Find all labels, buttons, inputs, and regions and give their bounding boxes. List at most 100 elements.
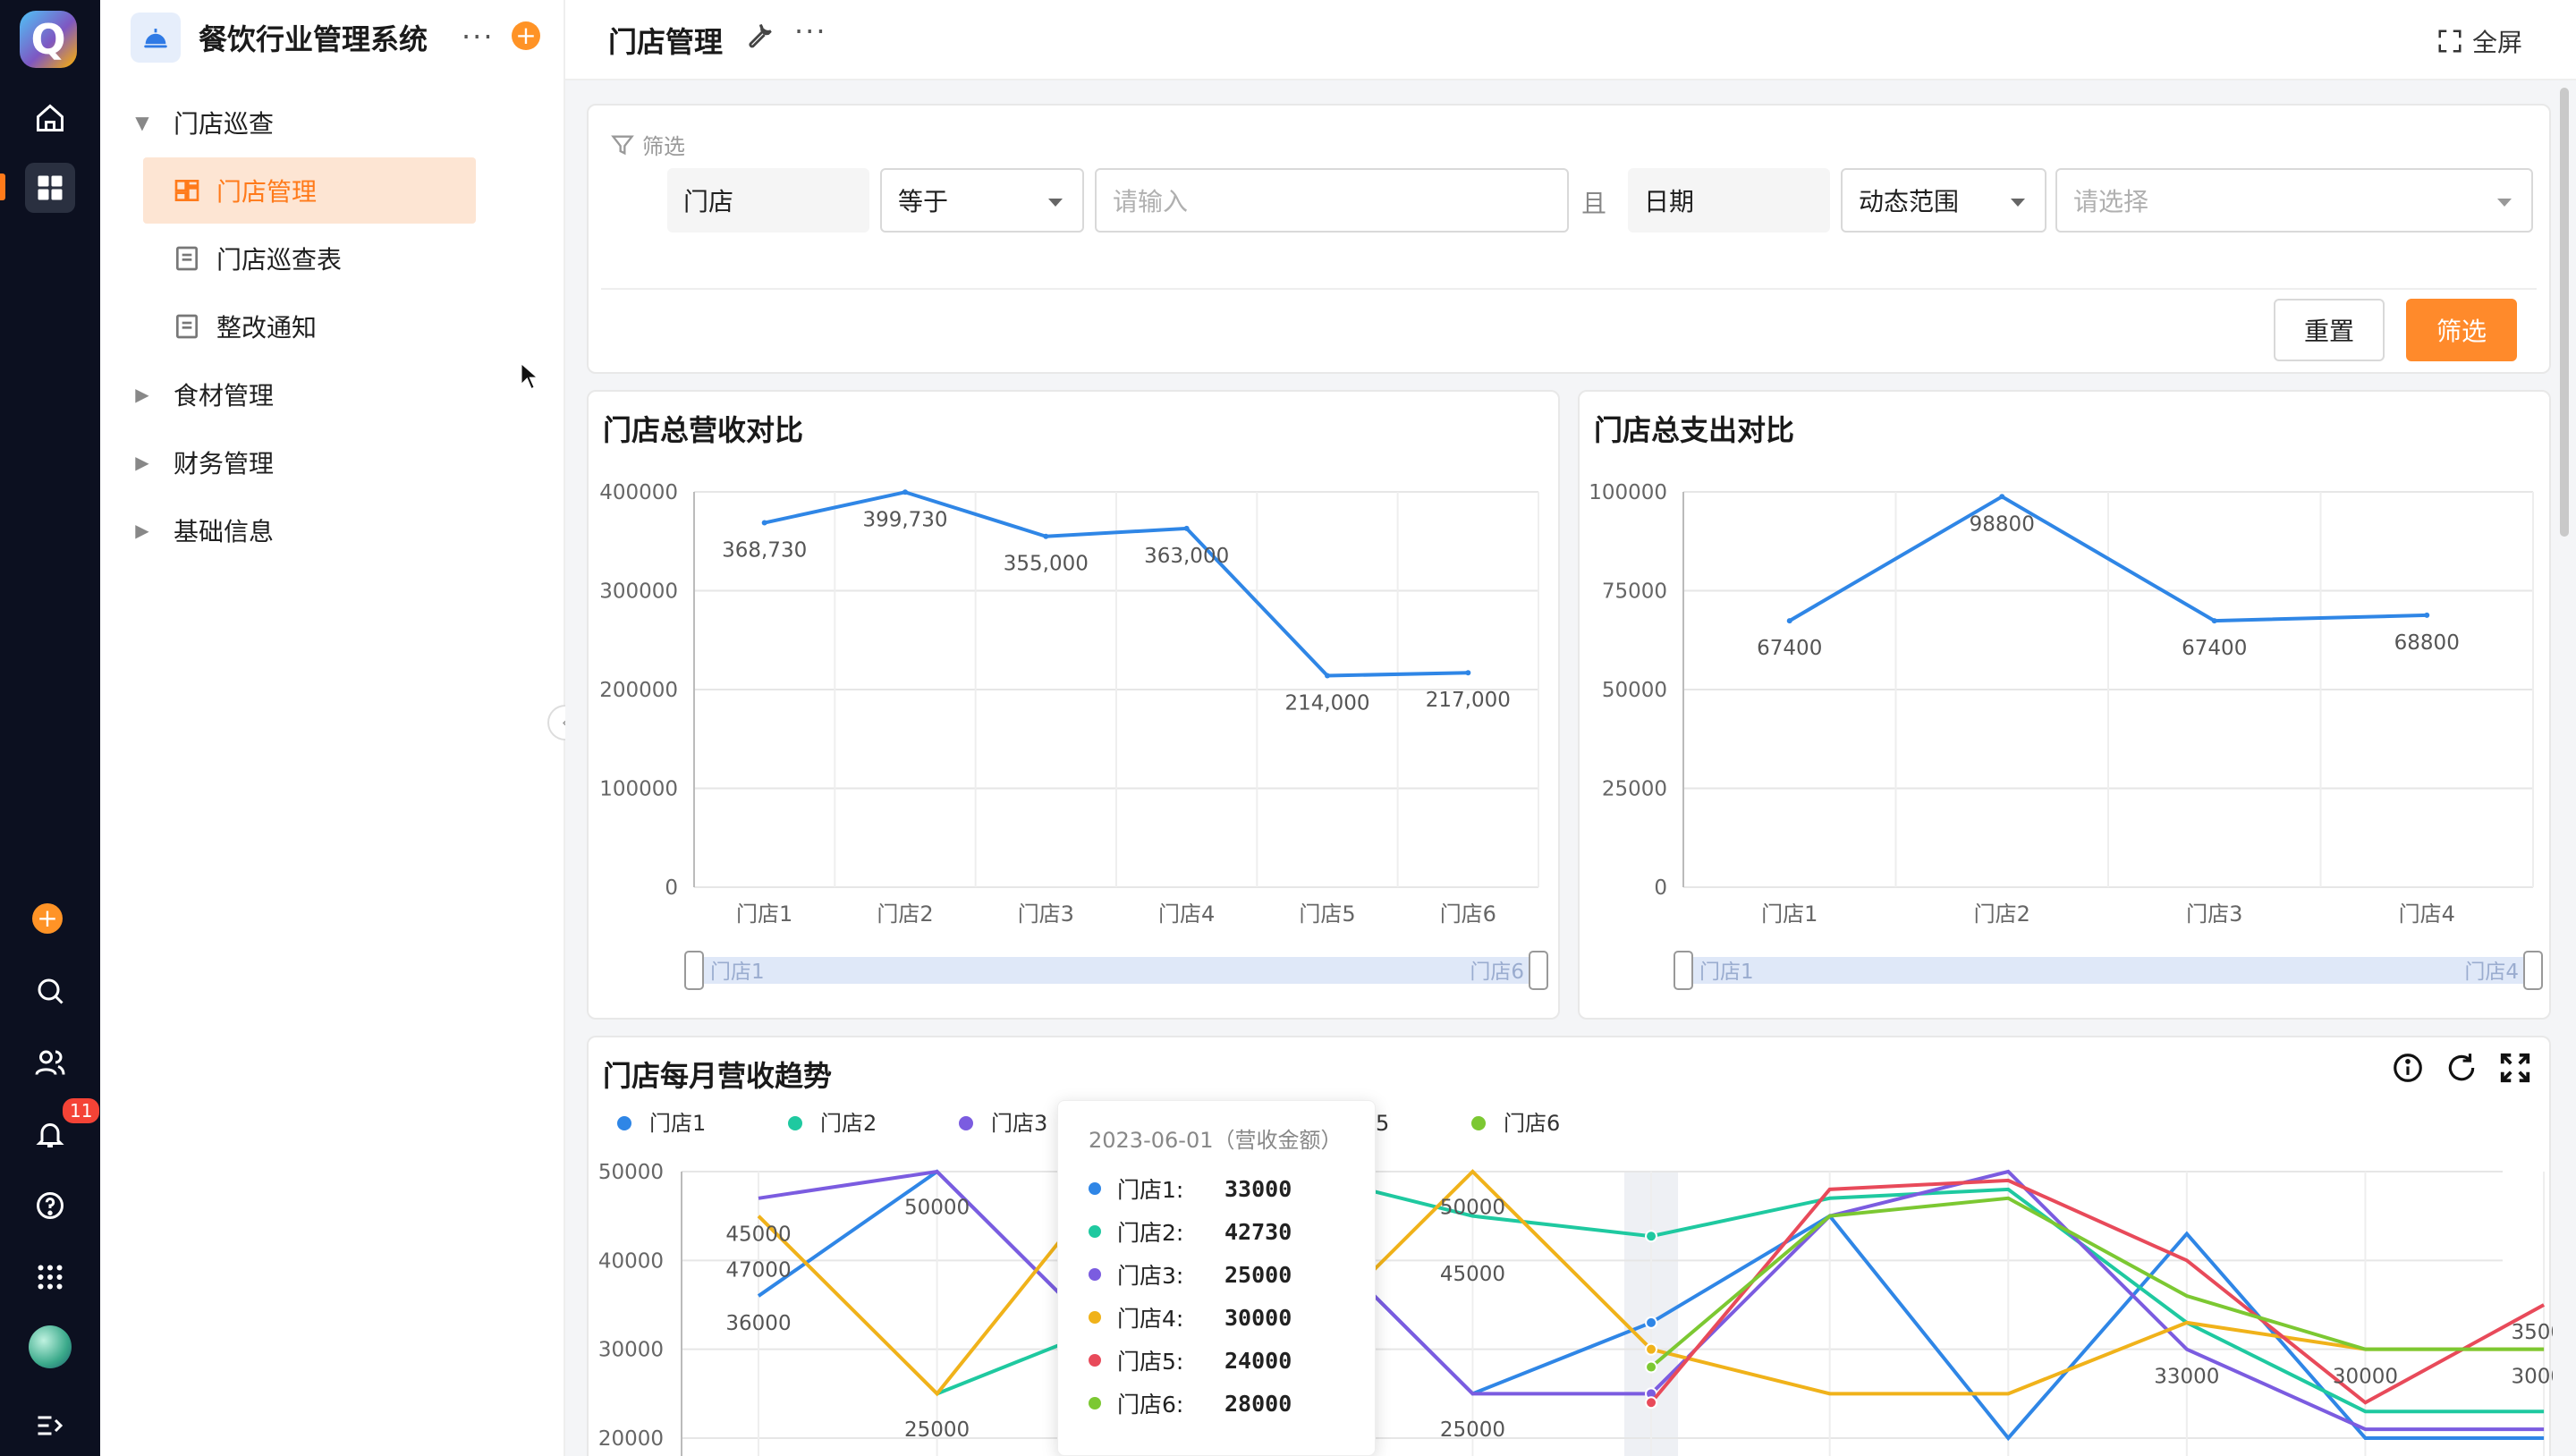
fullscreen-button[interactable]: 全屏 (2436, 23, 2522, 59)
data-label: 25000 (904, 1418, 970, 1442)
store-value-input[interactable]: 请输入 (1095, 168, 1569, 233)
search-icon[interactable] (25, 966, 75, 1016)
x-tick-label: 门店5 (1299, 902, 1355, 927)
zoom-end-label: 门店6 (1470, 961, 1524, 984)
legend-label: 门店2 (820, 1111, 877, 1136)
tooltip-series-name: 门店1: (1117, 1177, 1184, 1203)
add-icon[interactable]: + (32, 903, 63, 934)
x-tick-label: 门店4 (2399, 902, 2455, 927)
scrollbar[interactable] (2560, 88, 2569, 537)
operator-select-2[interactable]: 动态范围 (1841, 168, 2046, 233)
app-more-icon[interactable]: ··· (462, 20, 495, 54)
expand-rail-icon[interactable] (25, 1401, 75, 1451)
divider (601, 288, 2537, 290)
form-icon (172, 243, 202, 274)
y-tick-label: 0 (665, 876, 678, 900)
data-label: 45000 (725, 1223, 791, 1247)
date-range-select[interactable]: 请选择 (2055, 168, 2533, 233)
page-more-icon[interactable]: ··· (794, 14, 827, 48)
data-label: 399,730 (862, 508, 947, 531)
tooltip-value: 25000 (1224, 1261, 1292, 1288)
x-tick-label: 门店2 (877, 902, 933, 927)
wrench-icon[interactable] (744, 20, 775, 50)
x-tick-label: 门店3 (1018, 902, 1074, 927)
y-tick-label: 200000 (599, 679, 678, 702)
legend-marker (788, 1116, 802, 1130)
data-label: 50000 (904, 1197, 970, 1220)
legend-label: 门店3 (991, 1111, 1047, 1136)
chart-toolbar (2381, 1043, 2542, 1093)
series-dot-icon (1089, 1268, 1101, 1281)
y-tick-label: 75000 (1602, 580, 1667, 604)
dropdown-arrow-icon (2497, 199, 2512, 207)
tooltip-series-name: 门店2: (1117, 1220, 1184, 1246)
data-label: 67400 (2182, 637, 2247, 660)
users-icon[interactable] (25, 1037, 75, 1088)
reset-button[interactable]: 重置 (2274, 299, 2385, 361)
data-point (1999, 494, 2005, 500)
series-dot-icon (1089, 1225, 1101, 1238)
app-icon (131, 13, 181, 63)
legend-label: 门店6 (1504, 1111, 1560, 1136)
grid-menu-icon[interactable] (25, 1252, 75, 1302)
home-icon[interactable] (25, 93, 75, 143)
main-content: 门店管理 ··· 全屏 筛选 门店 等于 请输入 且 日期 动态范围 请选择 重… (565, 0, 2576, 1456)
series-line (1649, 1196, 2545, 1369)
y-tick-label: 300000 (599, 580, 678, 604)
series-dot-icon (1089, 1311, 1101, 1324)
nav-group-basic-info[interactable]: ▶ 基础信息 (131, 508, 274, 553)
data-point (2424, 612, 2430, 618)
y-tick-label: 100000 (1589, 481, 1667, 504)
info-icon[interactable] (2391, 1051, 2425, 1085)
tooltip-row: 门店2: 42730 (1089, 1215, 1357, 1248)
dropdown-arrow-icon (1048, 199, 1063, 207)
caret-right-icon: ▶ (135, 384, 149, 405)
nav-item-inspection-table[interactable]: 门店巡查表 (143, 225, 476, 292)
fullscreen-icon (2438, 30, 2462, 53)
apps-icon[interactable] (25, 163, 75, 213)
tooltip-series-name: 门店3: (1117, 1263, 1184, 1289)
operator-select-1[interactable]: 等于 (880, 168, 1084, 233)
data-point (761, 520, 767, 526)
tooltip-value: 42730 (1224, 1218, 1292, 1245)
zoom-handle-right (1529, 951, 1548, 990)
app-logo[interactable]: Q (20, 11, 77, 68)
avatar[interactable] (29, 1325, 72, 1368)
app-add-icon[interactable]: + (512, 21, 540, 50)
zoom-start-label: 门店1 (710, 961, 765, 984)
revenue-chart-svg[interactable]: 0 100000 200000 300000 400000 门店1 门店2 门店3 门店4 门店5… (589, 392, 1562, 1021)
data-label: 363,000 (1144, 545, 1229, 568)
tooltip-series-name: 门店6: (1117, 1392, 1184, 1418)
nav-group-finance[interactable]: ▶ 财务管理 (131, 440, 274, 485)
tooltip-series-name: 门店5: (1117, 1349, 1184, 1375)
series-line (1649, 1178, 2546, 1405)
zoom-start-label: 门店1 (1699, 961, 1754, 984)
data-point (902, 489, 908, 495)
series-dot-icon (1089, 1182, 1101, 1195)
data-point (1465, 670, 1471, 676)
data-label: 368,730 (722, 539, 807, 563)
tooltip-title: 2023-06-01（营收金额） (1089, 1128, 1343, 1153)
expand-icon[interactable] (2498, 1051, 2532, 1085)
nav-group-ingredients[interactable]: ▶ 食材管理 (131, 372, 274, 417)
trend-chart-svg[interactable]: 门店1门店2门店3门店4门店5门店62000030000400005000045… (589, 1037, 2553, 1456)
refresh-icon[interactable] (2445, 1051, 2479, 1085)
y-tick-label: 50000 (598, 1161, 664, 1184)
funnel-icon (611, 135, 634, 155)
nav-item-store-management[interactable]: 门店管理 (143, 157, 476, 224)
help-icon[interactable] (25, 1181, 75, 1231)
data-label: 25000 (1440, 1418, 1505, 1442)
data-label: 217,000 (1426, 689, 1511, 712)
filter-field-date: 日期 (1628, 168, 1830, 233)
nav-group-store-inspection[interactable]: ▼ 门店巡查 (131, 100, 274, 145)
series-dot-icon (1089, 1354, 1101, 1367)
zoom-slider (691, 957, 1542, 984)
data-label: 30000 (2511, 1365, 2553, 1388)
data-point (1043, 533, 1049, 539)
expense-chart-svg[interactable]: 0 25000 50000 75000 100000 门店1 门店2 门店3 门店4 67400 9… (1580, 392, 2553, 1021)
filter-button[interactable]: 筛选 (2406, 299, 2517, 361)
nav-item-rectification-notice[interactable]: 整改通知 (143, 293, 476, 360)
data-label: 36000 (725, 1312, 791, 1335)
x-tick-label: 门店4 (1158, 902, 1215, 927)
data-point (2211, 618, 2217, 624)
